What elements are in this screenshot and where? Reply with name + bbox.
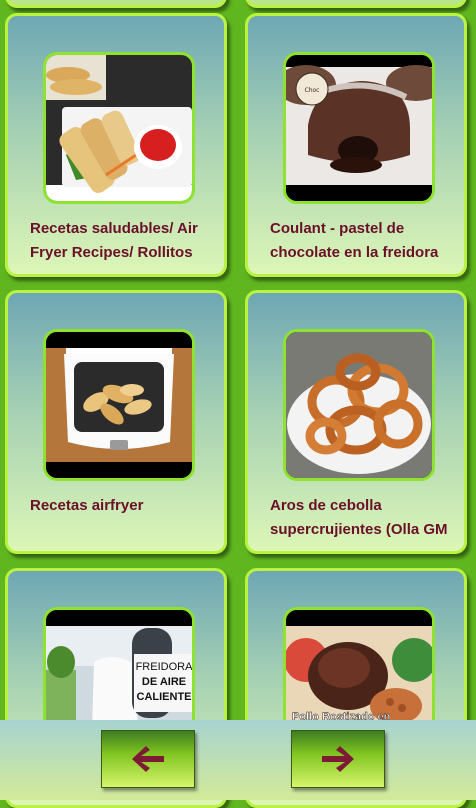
recipe-title[interactable]: Coulant - pastel de chocolate en la frei… [270, 217, 454, 265]
arrow-left-icon [132, 746, 164, 772]
overlay-text: CALIENTE [137, 691, 192, 703]
recipe-title-line: Recetas airfryer [30, 497, 144, 514]
next-button[interactable] [291, 730, 385, 788]
recipe-title-line: supercrujientes (Olla GM [270, 521, 448, 538]
spring-rolls-photo [46, 55, 192, 201]
recipe-grid: Recetas saludables/ Air Fryer Recipes/ R… [0, 0, 476, 808]
recipe-card[interactable]: Recetas saludables/ Air Fryer Recipes/ R… [5, 13, 227, 277]
recipe-title-line: Fryer Recipes/ Rollitos [30, 244, 193, 261]
recipe-title-line: chocolate en la freidora [270, 244, 439, 261]
recipe-title-line: Coulant - pastel de [270, 220, 405, 237]
svg-text:Choc: Choc [305, 87, 320, 94]
recipe-thumbnail[interactable] [283, 329, 435, 481]
recipe-card[interactable]: Aros de cebolla supercrujientes (Olla GM [245, 290, 467, 554]
recipe-thumbnail[interactable]: Choc [283, 52, 435, 204]
chocolate-lava-cake-photo: Choc [286, 55, 432, 201]
overlay-text: DE AIRE [142, 676, 186, 688]
overlay-text: FREIDORA [136, 661, 192, 673]
recipe-title[interactable]: Aros de cebolla supercrujientes (Olla GM [270, 494, 454, 542]
recipe-card[interactable]: Recetas airfryer [5, 290, 227, 554]
recipe-thumbnail[interactable] [43, 52, 195, 204]
recipe-title[interactable]: Recetas airfryer [30, 494, 214, 518]
airfryer-potatoes-photo [46, 332, 192, 478]
recipe-card[interactable]: Choc Coulant - pastel de chocolate en la… [245, 13, 467, 277]
recipe-card-partial[interactable] [245, 0, 467, 8]
bottom-navigation [0, 720, 476, 800]
recipe-title[interactable]: Recetas saludables/ Air Fryer Recipes/ R… [30, 217, 214, 265]
onion-rings-photo [286, 332, 432, 478]
previous-button[interactable] [101, 730, 195, 788]
recipe-thumbnail[interactable] [43, 329, 195, 481]
arrow-right-icon [322, 746, 354, 772]
recipe-title-line: Aros de cebolla [270, 497, 382, 514]
recipe-title-line: Recetas saludables/ Air [30, 220, 198, 237]
recipe-card-partial[interactable] [5, 0, 227, 8]
